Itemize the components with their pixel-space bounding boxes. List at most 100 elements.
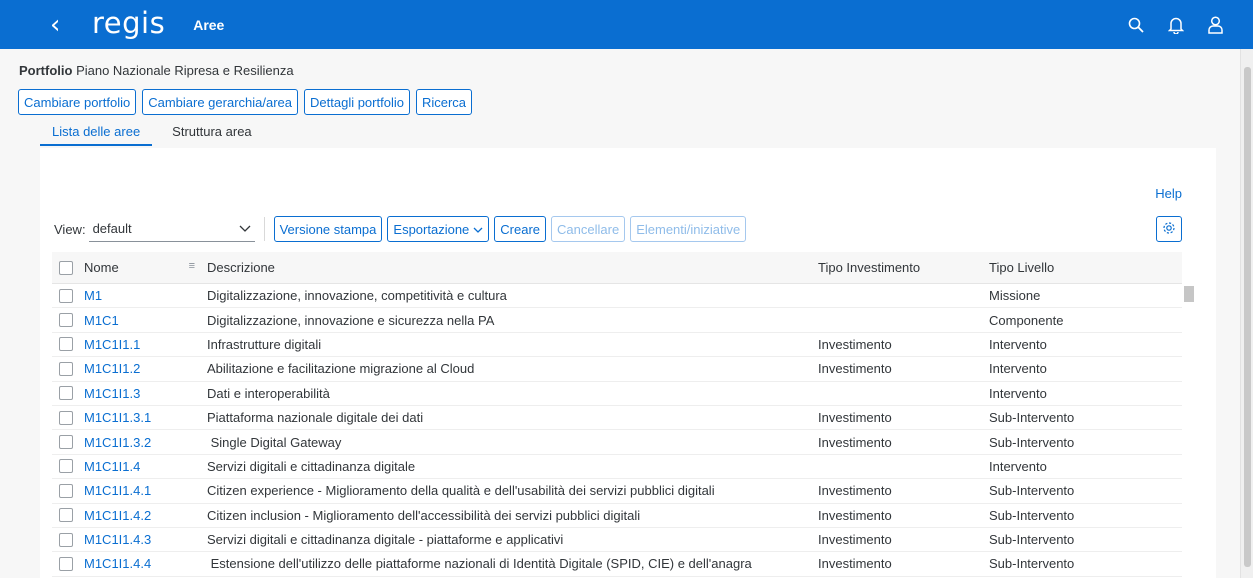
cell-level-type: Intervento	[989, 336, 1047, 352]
row-checkbox[interactable]	[59, 508, 73, 523]
print-version-button[interactable]: Versione stampa	[273, 216, 383, 242]
cell-name-link[interactable]: M1C1I1.2	[80, 361, 207, 376]
table-row[interactable]: M1C1I1.4.4 Estensione dell'utilizzo dell…	[52, 552, 1182, 577]
row-checkbox[interactable]	[59, 288, 73, 303]
change-hierarchy-button[interactable]: Cambiare gerarchia/area	[142, 89, 299, 115]
cell-name-link[interactable]: M1C1I1.1	[80, 337, 207, 352]
row-checkbox[interactable]	[59, 410, 73, 425]
view-label: View:	[54, 221, 86, 237]
table-row[interactable]: M1C1I1.3 Dati e interoperabilità Intervent…	[52, 382, 1182, 406]
cell-level-type: Intervento	[989, 361, 1047, 377]
tab-bar: Lista delle aree Struttura area	[40, 118, 272, 146]
row-checkbox[interactable]	[59, 532, 73, 547]
cell-investment-type: Investimento	[818, 434, 892, 450]
cell-name-link[interactable]: M1C1I1.4.2	[80, 508, 207, 523]
chevron-down-icon	[239, 221, 251, 236]
cell-investment-type: Investimento	[818, 507, 892, 523]
cell-description: Servizi digitali e cittadinanza digitale	[207, 458, 416, 474]
content-panel: Help View: default Versione stampa Espor…	[40, 148, 1216, 578]
page-scrollbar[interactable]	[1240, 49, 1253, 578]
bell-icon[interactable]	[1168, 16, 1184, 34]
cell-name-link[interactable]: M1C1I1.4.3	[80, 532, 207, 547]
cell-description: Piattaforma nazionale digitale dei dati	[207, 410, 424, 426]
table-header: Nome ≡ Descrizione Tipo Investimento Tip…	[52, 252, 1182, 284]
cell-description: Infrastrutture digitali	[207, 336, 322, 352]
cell-level-type: Sub-Intervento	[989, 556, 1075, 572]
column-header-description[interactable]: Descrizione	[207, 260, 818, 275]
cell-description: Citizen inclusion - Miglioramento dell'a…	[207, 507, 641, 523]
help-link[interactable]: Help	[1155, 186, 1182, 201]
column-header-level-type[interactable]: Tipo Livello	[989, 260, 1170, 275]
row-checkbox[interactable]	[59, 556, 73, 571]
create-button[interactable]: Creare	[494, 216, 547, 242]
cell-name-link[interactable]: M1C1I1.3.1	[80, 410, 207, 425]
row-checkbox[interactable]	[59, 313, 73, 328]
cell-description: Digitalizzazione, innovazione, competiti…	[207, 288, 507, 304]
cell-level-type: Sub-Intervento	[989, 532, 1075, 548]
portfolio-actions: Cambiare portfolio Cambiare gerarchia/ar…	[18, 89, 473, 115]
search-icon[interactable]	[1128, 17, 1144, 33]
table-scrollbar[interactable]	[1182, 284, 1194, 578]
row-checkbox[interactable]	[59, 435, 73, 450]
app-logo[interactable]: regis	[92, 6, 165, 44]
toolbar-separator	[263, 217, 265, 241]
column-header-investment-type[interactable]: Tipo Investimento	[818, 260, 989, 275]
cell-level-type: Intervento	[989, 458, 1047, 474]
cell-level-type: Sub-Intervento	[989, 434, 1075, 450]
cell-investment-type: Investimento	[818, 556, 892, 572]
sort-icon[interactable]: ≡	[189, 260, 195, 272]
cell-investment-type: Investimento	[818, 532, 892, 548]
cell-level-type: Sub-Intervento	[989, 507, 1075, 523]
cell-description: Servizi digitali e cittadinanza digitale…	[207, 532, 564, 548]
app-title: Aree	[193, 16, 225, 33]
elements-initiatives-button[interactable]: Elementi/iniziative	[630, 216, 747, 242]
row-checkbox[interactable]	[59, 386, 73, 401]
user-icon[interactable]	[1208, 15, 1223, 34]
cell-level-type: Missione	[989, 288, 1041, 304]
select-all-checkbox[interactable]	[59, 260, 73, 275]
chevron-left-icon[interactable]: ‹	[50, 12, 74, 38]
tab-area-list[interactable]: Lista delle aree	[40, 118, 153, 146]
cell-name-link[interactable]: M1C1	[80, 313, 207, 328]
view-value: default	[92, 221, 132, 236]
cell-description: Citizen experience - Miglioramento della…	[207, 483, 715, 499]
portfolio-label: Portfolio	[19, 63, 73, 78]
cell-name-link[interactable]: M1	[80, 288, 207, 303]
cell-name-link[interactable]: M1C1I1.4.1	[80, 483, 207, 498]
table-row[interactable]: M1C1I1.3.2 Single Digital Gateway Investi…	[52, 430, 1182, 455]
cell-name-link[interactable]: M1C1I1.3	[80, 386, 207, 401]
export-button[interactable]: Esportazione	[387, 216, 490, 242]
row-checkbox[interactable]	[59, 337, 73, 352]
search-button[interactable]: Ricerca	[415, 89, 473, 115]
tab-area-structure[interactable]: Struttura area	[160, 118, 264, 146]
table-row[interactable]: M1C1I1.4 Servizi digitali e cittadinanza …	[52, 455, 1182, 480]
cell-investment-type: Investimento	[818, 336, 892, 352]
cell-name-link[interactable]: M1C1I1.4	[80, 459, 207, 474]
table-row[interactable]: M1C1I1.3.1 Piattaforma nazionale digitale…	[52, 406, 1182, 431]
table-row[interactable]: M1C1I1.4.3 Servizi digitali e cittadinanz…	[52, 528, 1182, 553]
table-row[interactable]: M1 Digitalizzazione, innovazione, competi…	[52, 284, 1182, 309]
cell-description: Single Digital Gateway	[207, 434, 342, 450]
row-checkbox[interactable]	[59, 361, 73, 376]
areas-table: Nome ≡ Descrizione Tipo Investimento Tip…	[52, 252, 1194, 578]
table-row[interactable]: M1C1I1.2 Abilitazione e facilitazione mig…	[52, 357, 1182, 382]
cell-level-type: Componente	[989, 312, 1064, 328]
gear-icon	[1162, 221, 1176, 238]
chevron-down-icon	[473, 222, 483, 237]
cell-level-type: Sub-Intervento	[989, 483, 1075, 499]
delete-button[interactable]: Cancellare	[551, 216, 626, 242]
table-row[interactable]: M1C1I1.1 Infrastrutture digitali Investime…	[52, 333, 1182, 358]
column-header-name[interactable]: Nome ≡	[80, 260, 207, 275]
change-portfolio-button[interactable]: Cambiare portfolio	[18, 89, 137, 115]
table-row[interactable]: M1C1I1.4.2 Citizen inclusion - Migliorame…	[52, 504, 1182, 528]
portfolio-details-button[interactable]: Dettagli portfolio	[304, 89, 410, 115]
table-row[interactable]: M1C1I1.4.1 Citizen experience - Miglioram…	[52, 479, 1182, 504]
cell-name-link[interactable]: M1C1I1.4.4	[80, 556, 207, 571]
shell-bar: ‹ regis Aree	[0, 0, 1253, 49]
row-checkbox[interactable]	[59, 483, 73, 498]
cell-name-link[interactable]: M1C1I1.3.2	[80, 435, 207, 450]
table-settings-button[interactable]	[1156, 216, 1182, 242]
row-checkbox[interactable]	[59, 459, 73, 474]
table-row[interactable]: M1C1 Digitalizzazione, innovazione e sicu…	[52, 308, 1182, 333]
view-select[interactable]: default	[88, 216, 255, 242]
